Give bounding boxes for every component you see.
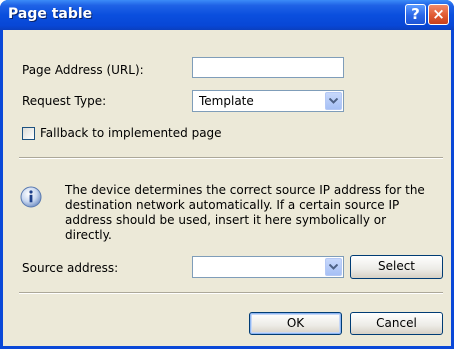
separator [19,157,443,159]
close-button[interactable]: × [428,4,449,25]
fallback-label[interactable]: Fallback to implemented page [40,126,222,140]
title-bar[interactable]: Page table ? × [0,0,454,30]
chevron-down-icon[interactable] [325,258,342,276]
dialog-window: Page table ? × Page Address (URL): Reque… [0,0,454,349]
separator [19,292,443,294]
info-icon [20,186,42,212]
cancel-button[interactable]: Cancel [350,312,443,335]
help-button[interactable]: ? [405,4,426,25]
dialog-title: Page table [8,6,93,22]
request-type-select[interactable]: Template [192,90,344,112]
ok-button[interactable]: OK [249,312,342,335]
select-button[interactable]: Select [350,255,443,279]
request-type-label: Request Type: [22,94,107,108]
request-type-value: Template [199,94,254,108]
source-address-select[interactable] [192,256,344,278]
dialog-body: Page Address (URL): Request Type: Templa… [3,30,451,346]
chevron-down-icon[interactable] [325,92,342,110]
source-address-label: Source address: [22,261,119,275]
fallback-checkbox[interactable] [22,127,35,140]
page-address-input[interactable] [192,57,344,78]
page-address-label: Page Address (URL): [22,63,144,77]
info-text: The device determines the correct source… [65,183,425,242]
